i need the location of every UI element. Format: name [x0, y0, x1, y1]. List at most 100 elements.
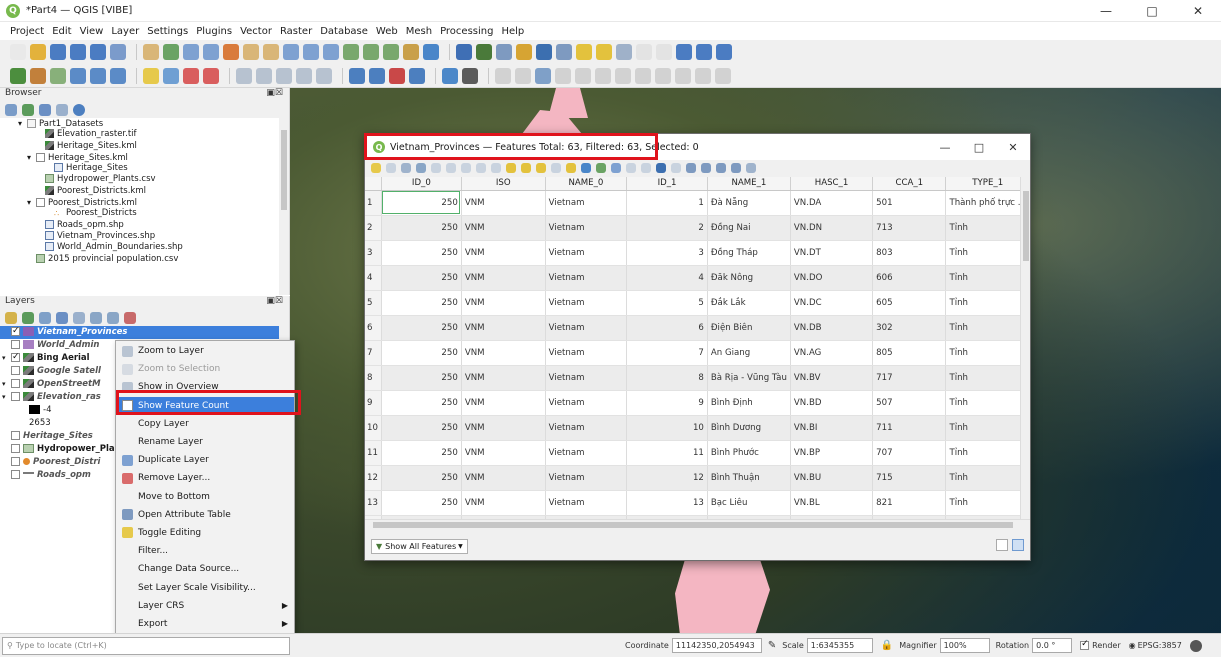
table-cell[interactable]: Bình Định — [707, 390, 791, 416]
table-cell[interactable]: 250 — [381, 290, 462, 316]
table-cell[interactable]: 8 — [626, 365, 708, 391]
row-number[interactable]: 7 — [365, 340, 382, 366]
table-cell[interactable]: Tỉnh — [945, 290, 1030, 316]
layer-visibility-checkbox[interactable] — [11, 392, 20, 401]
table-cell[interactable]: Đồng Tháp — [707, 240, 791, 266]
table-cell[interactable]: VNM — [461, 315, 546, 341]
save-edits-icon[interactable] — [163, 67, 179, 84]
browser-item[interactable]: ▾ Part1_Datasets — [0, 118, 279, 129]
menu-mesh[interactable]: Mesh — [406, 26, 432, 37]
reshape-icon[interactable] — [675, 67, 691, 84]
table-cell[interactable]: VN.DC — [790, 290, 874, 316]
table-cell[interactable]: 713 — [872, 215, 947, 241]
new-project-icon[interactable] — [10, 44, 26, 60]
table-cell[interactable]: An Giang — [707, 340, 791, 366]
properties-icon[interactable] — [73, 104, 85, 116]
table-cell[interactable]: 2 — [626, 215, 708, 241]
table-cell[interactable]: 250 — [381, 440, 462, 466]
scale-field[interactable]: 1:6345355 — [806, 638, 873, 653]
table-cell[interactable]: Tỉnh — [945, 365, 1030, 391]
browser-item[interactable]: Roads_opm.shp — [0, 219, 279, 231]
add-wms-icon[interactable] — [110, 67, 126, 84]
row-number[interactable]: 13 — [365, 490, 382, 516]
table-cell[interactable]: 250 — [381, 240, 462, 266]
table-cell[interactable]: 12 — [626, 465, 708, 491]
menu-item-zoom-to-selection[interactable]: Zoom to Selection — [116, 360, 294, 378]
table-cell[interactable]: Bình Thuận — [707, 465, 791, 491]
column-header[interactable]: ISO — [461, 177, 546, 191]
table-view-icon[interactable] — [1012, 539, 1024, 551]
table-cell[interactable]: Đắk Lắk — [707, 290, 791, 316]
close-icon[interactable]: ✕ — [996, 134, 1030, 160]
menu-view[interactable]: View — [80, 26, 104, 37]
add-feature-icon[interactable] — [431, 163, 441, 173]
table-cell[interactable]: 250 — [381, 365, 462, 391]
filter-expression-icon[interactable] — [73, 312, 85, 324]
show-all-features-button[interactable]: ▼ Show All Features ▼ — [371, 539, 468, 554]
new-annotation-icon[interactable] — [636, 44, 652, 60]
field-calculator-icon[interactable] — [496, 44, 512, 60]
select-all-icon[interactable] — [521, 163, 531, 173]
add-ring-icon[interactable] — [595, 67, 611, 84]
table-cell[interactable]: VNM — [461, 415, 546, 441]
redo-icon[interactable] — [515, 67, 531, 84]
table-cell[interactable]: Vietnam — [545, 340, 628, 366]
table-cell[interactable]: 9 — [626, 390, 708, 416]
save-project-icon[interactable] — [50, 44, 66, 60]
table-cell[interactable]: VN.BU — [790, 465, 874, 491]
table-row[interactable]: 2 250 VNM Vietnam 2 Đồng Nai VN.DN 713 Tỉnh — [365, 215, 1030, 241]
column-header[interactable]: ID_0 — [381, 177, 462, 191]
column-header[interactable]: CCA_1 — [872, 177, 947, 191]
layer-visibility-checkbox[interactable] — [11, 325, 20, 338]
row-number[interactable]: 1 — [365, 190, 382, 216]
table-cell[interactable]: Bình Phước — [707, 440, 791, 466]
table-cell[interactable]: 507 — [872, 390, 947, 416]
table-cell[interactable]: Vietnam — [545, 490, 628, 516]
table-cell[interactable]: 606 — [872, 265, 947, 291]
table-cell[interactable]: Vietnam — [545, 440, 628, 466]
layer-visibility-checkbox[interactable] — [11, 366, 20, 375]
browser-item[interactable]: World_Admin_Boundaries.shp — [0, 242, 279, 253]
pan-to-selection-icon[interactable] — [163, 44, 179, 60]
bookmark-icon[interactable] — [403, 44, 419, 60]
form-view-icon[interactable] — [996, 539, 1008, 551]
add-part-icon[interactable] — [615, 67, 631, 84]
deselect-icon[interactable] — [616, 44, 632, 60]
table-cell[interactable]: VN.BP — [790, 440, 874, 466]
table-cell[interactable]: 302 — [872, 315, 947, 341]
table-cell[interactable]: Tỉnh — [945, 240, 1030, 266]
add-group-icon[interactable] — [22, 312, 34, 324]
save-as-icon[interactable] — [70, 44, 86, 60]
expand-arrow-icon[interactable]: ▾ — [27, 197, 36, 208]
row-number[interactable]: 3 — [365, 240, 382, 266]
menu-item-duplicate-layer[interactable]: Duplicate Layer — [116, 451, 294, 469]
table-cell[interactable]: Vietnam — [545, 190, 628, 216]
row-number[interactable]: 10 — [365, 415, 382, 441]
table-cell[interactable]: VN.DB — [790, 315, 874, 341]
browser-item[interactable]: Poorest_Districts.kml — [0, 185, 279, 197]
browser-item[interactable]: Vietnam_Provinces.shp — [0, 230, 279, 242]
zoom-native-icon[interactable] — [283, 44, 299, 60]
table-cell[interactable]: Tỉnh — [945, 340, 1030, 366]
expand-arrow-icon[interactable]: ▾ — [2, 352, 11, 365]
browser-scrollbar[interactable] — [279, 118, 289, 295]
visibility-icon[interactable] — [39, 312, 51, 324]
paste-rows-icon[interactable] — [641, 163, 651, 173]
table-cell[interactable]: 250 — [381, 415, 462, 441]
add-raster-icon[interactable] — [30, 67, 46, 84]
table-row[interactable]: 12 250 VNM Vietnam 12 Bình Thuận VN.BU 715 Tỉnh — [365, 465, 1030, 491]
table-cell[interactable]: VN.BD — [790, 390, 874, 416]
table-row[interactable]: 13 250 VNM Vietnam 13 Bạc Liêu VN.BL 821 Tỉnh — [365, 490, 1030, 516]
table-cell[interactable]: 803 — [872, 240, 947, 266]
settings-icon[interactable] — [516, 44, 532, 60]
table-cell[interactable]: Vietnam — [545, 240, 628, 266]
table-cell[interactable]: VNM — [461, 240, 546, 266]
table-cell[interactable]: Bà Rịa - Vũng Tàu — [707, 365, 791, 391]
column-header[interactable]: TYPE_1 — [945, 177, 1030, 191]
table-cell[interactable]: Tỉnh — [945, 490, 1030, 516]
add-selected-icon[interactable] — [5, 104, 17, 116]
table-cell[interactable]: 5 — [626, 290, 708, 316]
new-map-view-icon[interactable] — [343, 44, 359, 60]
menu-database[interactable]: Database — [320, 26, 368, 37]
statistics-icon[interactable] — [536, 44, 552, 60]
